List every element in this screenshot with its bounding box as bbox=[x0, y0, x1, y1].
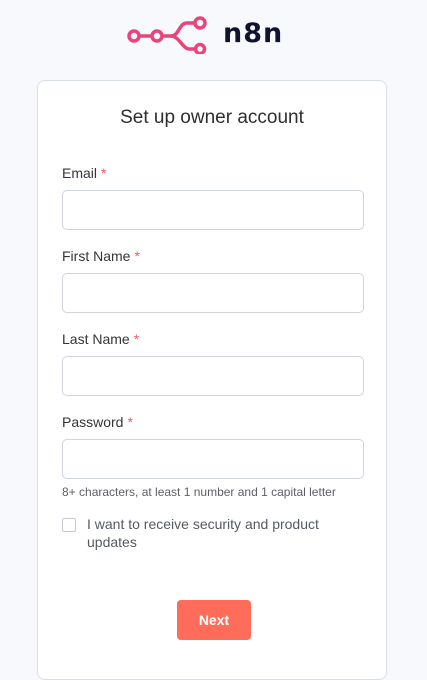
setup-card: Set up owner account Email * First Name * … bbox=[37, 80, 387, 680]
first-name-label: First Name * bbox=[62, 247, 140, 265]
updates-checkbox[interactable] bbox=[62, 518, 76, 532]
password-hint: 8+ characters, at least 1 number and 1 c… bbox=[62, 485, 336, 499]
email-input[interactable] bbox=[62, 190, 364, 230]
required-marker: * bbox=[127, 414, 133, 430]
brand-name: n8n bbox=[223, 18, 284, 49]
first-name-label-text: First Name bbox=[62, 248, 131, 264]
updates-checkbox-label[interactable]: I want to receive security and product u… bbox=[87, 515, 357, 551]
email-label: Email * bbox=[62, 164, 106, 182]
required-marker: * bbox=[133, 331, 140, 347]
password-label-text: Password bbox=[62, 414, 124, 430]
email-label-text: Email bbox=[62, 165, 98, 181]
next-button[interactable]: Next bbox=[177, 600, 251, 640]
password-label: Password * bbox=[62, 413, 133, 431]
card-title: Set up owner account bbox=[120, 107, 304, 128]
last-name-input[interactable] bbox=[62, 356, 364, 396]
required-marker: * bbox=[134, 248, 140, 264]
n8n-nodes-icon bbox=[127, 16, 207, 54]
updates-checkbox-row[interactable]: I want to receive security and product u… bbox=[62, 515, 357, 551]
last-name-label-text: Last Name bbox=[62, 331, 130, 347]
password-input[interactable] bbox=[62, 439, 364, 479]
brand-logo: n8n bbox=[127, 14, 283, 54]
required-marker: * bbox=[101, 165, 107, 181]
last-name-label: Last Name * bbox=[62, 330, 139, 348]
first-name-input[interactable] bbox=[62, 273, 364, 313]
